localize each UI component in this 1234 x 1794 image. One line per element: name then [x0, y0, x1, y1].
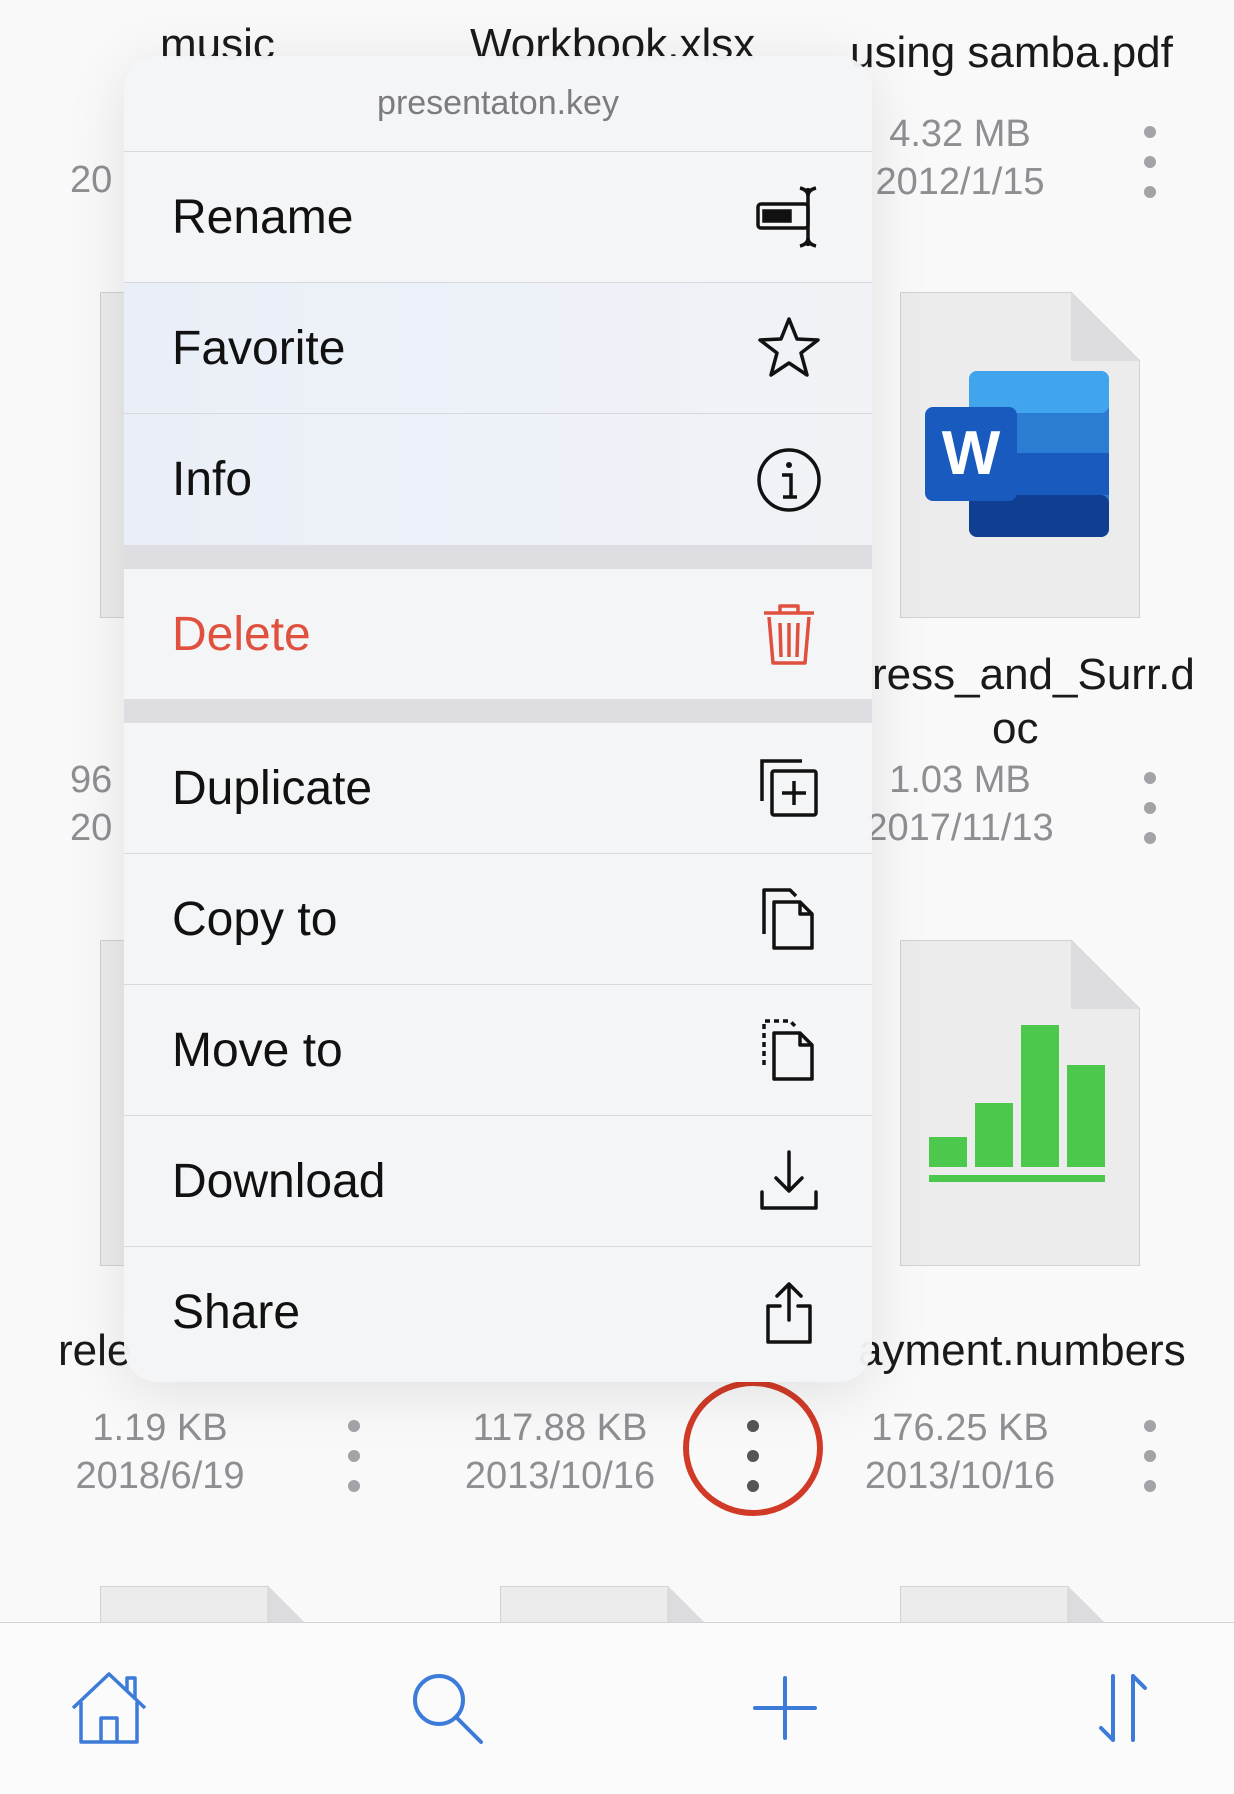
- file-name-release[interactable]: rele: [58, 1326, 131, 1376]
- numbers-chart-icon: [929, 1025, 1105, 1182]
- menu-item-label: Delete: [172, 607, 311, 661]
- search-icon: [413, 1674, 483, 1744]
- menu-item-label: Rename: [172, 190, 354, 244]
- file-thumbnail-numbers[interactable]: [900, 939, 1141, 1266]
- menu-item-label: Info: [172, 453, 253, 506]
- context-menu: presentaton.key Rename Favorite Info Del…: [124, 56, 872, 1382]
- file-date-music: 20: [70, 159, 113, 201]
- home-icon: [71, 1672, 147, 1744]
- duplicate-icon: [754, 753, 824, 823]
- menu-item-label: Download: [172, 1154, 386, 1208]
- info-icon: [754, 445, 824, 515]
- svg-text:W: W: [942, 419, 1001, 488]
- file-name-word[interactable]: ress_and_Surr.d: [872, 650, 1195, 700]
- file-size-release: 1.19 KB: [92, 1407, 228, 1449]
- more-options-numbers-button[interactable]: [1130, 1416, 1170, 1496]
- file-size-presentation: 117.88 KB: [472, 1407, 648, 1449]
- trash-icon: [754, 599, 824, 669]
- file-name-numbers[interactable]: ayment.numbers: [858, 1326, 1186, 1376]
- menu-item-copy-to[interactable]: Copy to: [124, 854, 872, 985]
- menu-item-rename[interactable]: Rename: [124, 152, 872, 283]
- more-options-samba-button[interactable]: [1130, 122, 1170, 202]
- file-date-samba: 2012/1/15: [875, 161, 1045, 203]
- word-doc-icon: W: [925, 371, 1109, 537]
- menu-item-favorite[interactable]: Favorite: [124, 283, 872, 414]
- tab-search[interactable]: [402, 1663, 492, 1753]
- screen: music Workbook.xlsx using samba.pdf 20 4…: [0, 0, 1234, 1794]
- download-icon: [754, 1146, 824, 1216]
- menu-separator: [124, 699, 872, 723]
- menu-item-duplicate[interactable]: Duplicate: [124, 723, 872, 854]
- sort-icon: [1099, 1674, 1147, 1742]
- menu-item-download[interactable]: Download: [124, 1116, 872, 1247]
- file-name-word-line2[interactable]: oc: [992, 704, 1038, 754]
- menu-item-share[interactable]: Share: [124, 1247, 872, 1378]
- file-size-samba: 4.32 MB: [889, 113, 1031, 155]
- share-icon: [754, 1278, 824, 1348]
- menu-item-move-to[interactable]: Move to: [124, 985, 872, 1116]
- menu-item-label: Copy to: [172, 892, 338, 946]
- move-icon: [754, 1015, 824, 1085]
- highlight-circle: [683, 1380, 823, 1516]
- copy-icon: [754, 884, 824, 954]
- more-options-release-button[interactable]: [334, 1416, 374, 1496]
- more-options-word-button[interactable]: [1130, 768, 1170, 848]
- tab-bar: [0, 1622, 1234, 1794]
- menu-item-delete[interactable]: Delete: [124, 569, 872, 699]
- tab-home[interactable]: [64, 1663, 154, 1753]
- tab-add[interactable]: [740, 1663, 830, 1753]
- menu-separator: [124, 545, 872, 569]
- add-icon: [753, 1676, 817, 1740]
- file-size-numbers: 176.25 KB: [871, 1407, 1049, 1449]
- menu-title: presentaton.key: [124, 56, 872, 152]
- file-size-word: 1.03 MB: [889, 759, 1031, 801]
- file-size-left: 96: [70, 759, 113, 801]
- rename-icon: [754, 182, 824, 252]
- file-date-numbers: 2013/10/16: [864, 1455, 1056, 1497]
- menu-item-info[interactable]: Info: [124, 414, 872, 545]
- file-date-left: 20: [70, 807, 113, 849]
- menu-item-label: Favorite: [172, 321, 346, 375]
- file-date-release: 2018/6/19: [75, 1455, 245, 1497]
- menu-item-label: Duplicate: [172, 761, 373, 815]
- file-thumbnail-word[interactable]: W: [900, 291, 1141, 618]
- tab-sort[interactable]: [1078, 1663, 1168, 1753]
- file-date-word: 2017/11/13: [866, 807, 1054, 849]
- menu-item-label: Share: [172, 1286, 301, 1339]
- menu-item-label: Move to: [172, 1023, 343, 1077]
- star-icon: [754, 313, 824, 383]
- file-date-presentation: 2013/10/16: [464, 1455, 656, 1497]
- file-name-samba[interactable]: using samba.pdf: [850, 28, 1173, 78]
